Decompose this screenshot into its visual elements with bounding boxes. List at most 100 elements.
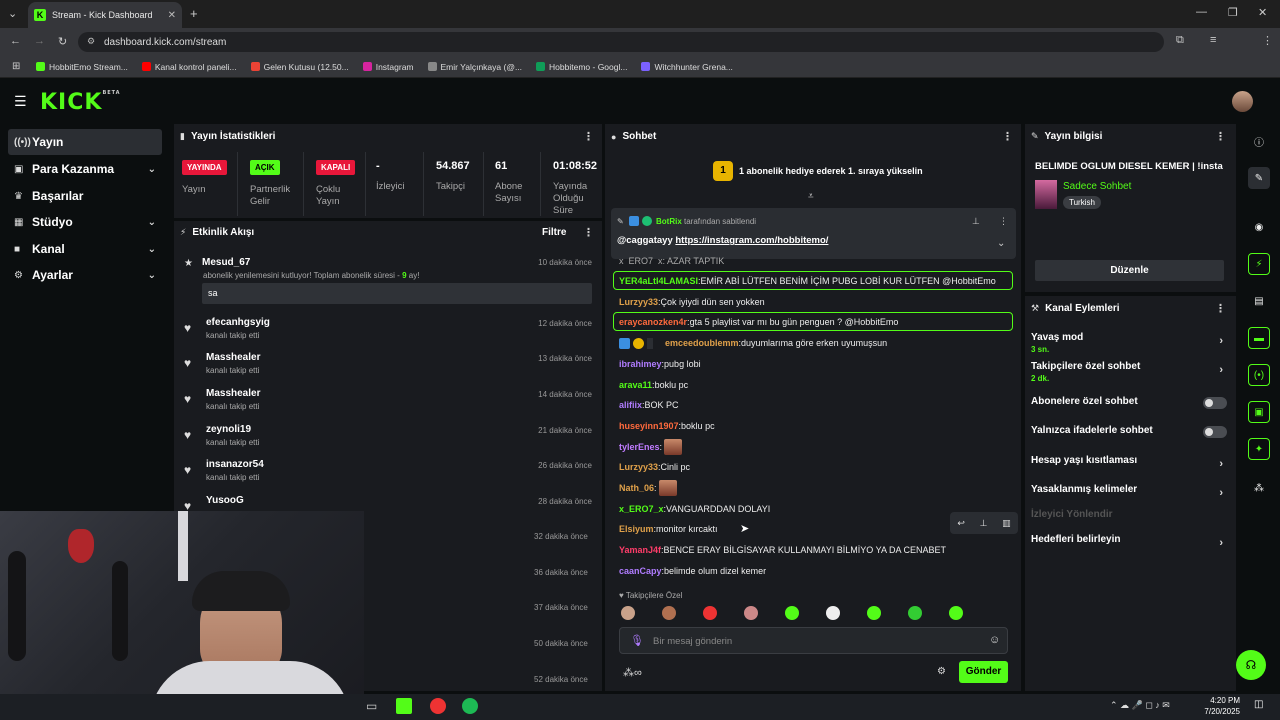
account-age-row[interactable]: Hesap yaşı kısıtlaması › (1031, 455, 1227, 470)
chat-username[interactable]: alifiix (619, 400, 642, 410)
emote-icon[interactable] (703, 606, 717, 620)
chat-message[interactable]: Nath_06: (614, 478, 1014, 498)
bookmark[interactable]: Emir Yalçınkaya (@... (427, 62, 522, 72)
chat-username[interactable]: YamanJ4f (619, 545, 661, 555)
bookmark[interactable]: Gelen Kutusu (12.50... (250, 62, 349, 72)
emoji-icon[interactable]: ☺ (989, 634, 1000, 646)
emote-icon[interactable] (785, 606, 799, 620)
emote-icon[interactable] (621, 606, 635, 620)
filter-button[interactable]: Filtre (542, 227, 566, 238)
chat-message[interactable]: arava11: boklu pc (614, 375, 1014, 395)
bookmark[interactable]: Witchhunter Grena... (641, 62, 733, 72)
subscribers-only-toggle[interactable] (1203, 397, 1227, 409)
tab-search-icon[interactable]: ⌄ (8, 7, 17, 20)
chat-message[interactable]: tylerEnes: (614, 437, 1014, 457)
spotify-icon[interactable] (462, 698, 478, 714)
chevron-down-icon[interactable]: ⌄ (997, 238, 1005, 249)
site-info-icon[interactable]: ⚙ (87, 36, 95, 47)
back-icon[interactable]: ← (10, 35, 21, 47)
sidebar-item-para-kazanma[interactable]: ▣ Para Kazanma ⌄ (8, 156, 162, 182)
emote-only-toggle[interactable] (1203, 426, 1227, 438)
chat-username[interactable]: x_ERO7_x (619, 504, 664, 514)
emote-icon[interactable] (867, 606, 881, 620)
set-goals-row[interactable]: Hedefleri belirleyin › (1031, 534, 1227, 549)
emote-icon[interactable] (908, 606, 922, 620)
emote-icon[interactable] (662, 606, 676, 620)
info-icon[interactable]: ⓘ (1248, 130, 1270, 152)
chat-message[interactable]: caanCapy: belimde olum dizel kemer (614, 561, 1014, 581)
sidebar-item-studyo[interactable]: ▦ Stüdyo ⌄ (8, 209, 162, 235)
bolt-icon[interactable]: ⚡ (1248, 253, 1270, 275)
followers-only-row[interactable]: Takipçilere özel sohbet 2 dk. › (1031, 361, 1227, 383)
chat-message[interactable]: YamanJ4f: BENCE ERAY BİLGİSAYAR KULLANMA… (614, 540, 1014, 560)
activity-menu-icon[interactable]: ⋮ (583, 226, 594, 239)
forward-icon[interactable]: → (34, 35, 45, 47)
sidebar-item-ayarlar[interactable]: ⚙ Ayarlar ⌄ (8, 262, 162, 288)
chat-username[interactable]: YER4aLtI4LAMASI (619, 276, 698, 286)
kick-logo[interactable]: KICKBETA (40, 90, 121, 115)
chat-username[interactable]: arava11 (619, 380, 652, 390)
microphone-icon[interactable]: 🎙 (630, 634, 644, 647)
browser-tab[interactable]: K Stream - Kick Dashboard ✕ (28, 2, 182, 28)
wrench-icon[interactable]: ✦ (1248, 438, 1270, 460)
sidebar-item-yayin[interactable]: ((•)) Yayın (8, 129, 162, 155)
bookmark[interactable]: Kanal kontrol paneli... (141, 62, 237, 72)
support-chat-icon[interactable]: ☊ (1236, 650, 1266, 680)
chat-username[interactable]: huseyinn1907 (619, 421, 679, 431)
notification-icon[interactable]: ◫ (1254, 699, 1263, 710)
chat-bubble-icon[interactable]: ▬ (1248, 327, 1270, 349)
chat-username[interactable]: Elsiyum (619, 524, 654, 534)
slow-mode-row[interactable]: Yavaş mod 3 sn. › (1031, 332, 1227, 354)
chat-message[interactable]: alifiix: BOK PC (614, 395, 1014, 415)
chat-username[interactable]: Nath_06 (619, 483, 654, 493)
new-tab-icon[interactable]: + (190, 6, 198, 21)
sidebar-item-basarilar[interactable]: ♛ Başarılar (8, 183, 162, 209)
gift-leaderboard-text[interactable]: 1 abonelik hediye ederek 1. sıraya yükse… (739, 166, 923, 176)
pin-message-icon[interactable]: ⊥ (980, 518, 988, 529)
pinned-menu-icon[interactable]: ⋮ (999, 216, 1008, 227)
broadcast-icon[interactable]: (•) (1248, 364, 1270, 386)
hamburger-menu-icon[interactable]: ☰ (14, 93, 27, 110)
user-avatar[interactable] (1232, 91, 1253, 112)
chat-username[interactable]: tylerEnes (619, 442, 660, 452)
emote-icon[interactable] (826, 606, 840, 620)
minimize-icon[interactable]: — (1196, 6, 1207, 18)
points-icon[interactable]: ⁂ (1248, 477, 1270, 499)
banned-words-row[interactable]: Yasaklanmış kelimeler › (1031, 484, 1227, 499)
reply-icon[interactable]: ↩ (957, 518, 965, 529)
bookmark[interactable]: Hobbitemo - Googl... (536, 62, 627, 72)
pinned-link[interactable]: https://instagram.com/hobbitemo/ (675, 235, 828, 246)
stats-menu-icon[interactable]: ⋮ (583, 130, 594, 143)
chat-username[interactable]: Lurzyy33 (619, 462, 658, 472)
menu-icon[interactable]: ⋮ (1262, 34, 1273, 47)
chat-settings-icon[interactable]: ⚙ (937, 666, 946, 677)
category-name[interactable]: Sadece Sohbet (1063, 181, 1131, 192)
kick-app-icon[interactable] (396, 698, 412, 714)
app-icon[interactable]: ▭ (366, 699, 377, 713)
document-icon[interactable]: ▤ (1248, 290, 1270, 312)
close-window-icon[interactable]: ✕ (1258, 6, 1267, 19)
chat-message[interactable]: YER4aLtI4LAMASI: EMİR ABİ LÜTFEN BENİM İ… (613, 271, 1013, 290)
bookmark[interactable]: Instagram (362, 62, 414, 72)
emote-icon[interactable] (744, 606, 758, 620)
chat-message[interactable]: ibrahimey: pubg lobi (614, 354, 1014, 374)
delete-icon[interactable]: ▥ (1002, 518, 1011, 529)
camera-icon[interactable]: ◉ (1248, 216, 1270, 238)
apps-grid-icon[interactable]: ⊞ (12, 61, 20, 72)
chat-message[interactable]: huseyinn1907: boklu pc (614, 416, 1014, 436)
reload-icon[interactable]: ↻ (58, 35, 67, 48)
edit-button[interactable]: Düzenle (1035, 260, 1224, 281)
chat-username[interactable]: eraycanozken4r (619, 317, 687, 327)
channel-actions-menu-icon[interactable]: ⋮ (1215, 302, 1226, 315)
stack-icon[interactable]: ▣ (1248, 401, 1270, 423)
emote-icon[interactable] (949, 606, 963, 620)
stream-info-menu-icon[interactable]: ⋮ (1215, 130, 1226, 143)
obs-icon[interactable] (430, 698, 446, 714)
chat-message[interactable]: Lurzyy33: Cinli pc (614, 457, 1014, 477)
send-button[interactable]: Gönder (959, 661, 1008, 683)
chat-username[interactable]: caanCapy (619, 566, 662, 576)
bookmark[interactable]: HobbitEmo Stream... (36, 62, 128, 72)
points-icon[interactable]: ⁂∞ (623, 666, 642, 679)
chat-message[interactable]: emceedoublemm: duyumlarıma göre erken uy… (614, 333, 1014, 353)
scroll-anchor-icon[interactable]: ⩡ (808, 191, 814, 202)
